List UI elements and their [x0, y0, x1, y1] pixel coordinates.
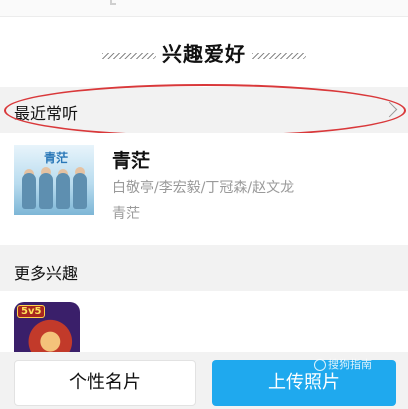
check-icon: [110, 0, 116, 5]
hatch-decoration-left: [102, 52, 156, 59]
highlight-annotation-oval: [4, 84, 406, 137]
game-badge: 5v5: [17, 305, 46, 318]
album-cover-image[interactable]: 青茫: [14, 145, 94, 215]
song-title: 青茫: [112, 150, 151, 172]
watermark-text: 搜狗指南: [328, 358, 372, 371]
song-artists: 白敬亭/李宏毅/丁冠森/赵文龙: [112, 180, 295, 196]
album-cover-title: 青茫: [44, 151, 69, 165]
top-strip: [0, 0, 408, 17]
profile-page: 兴趣爱好 最近常听 青茫 青茫 白敬亭/李宏毅/丁冠森/赵文龙 青茫 更多兴趣 …: [0, 0, 408, 409]
hatch-decoration-right: [252, 52, 306, 59]
section-title-text: 兴趣爱好: [162, 42, 246, 66]
watermark: 搜狗指南: [314, 356, 372, 372]
profile-card-button[interactable]: 个性名片: [14, 360, 196, 406]
more-interests-label: 更多兴趣: [14, 264, 79, 283]
watermark-logo-icon: [314, 359, 326, 371]
section-title: 兴趣爱好: [0, 38, 408, 67]
song-album: 青茫: [112, 206, 140, 222]
